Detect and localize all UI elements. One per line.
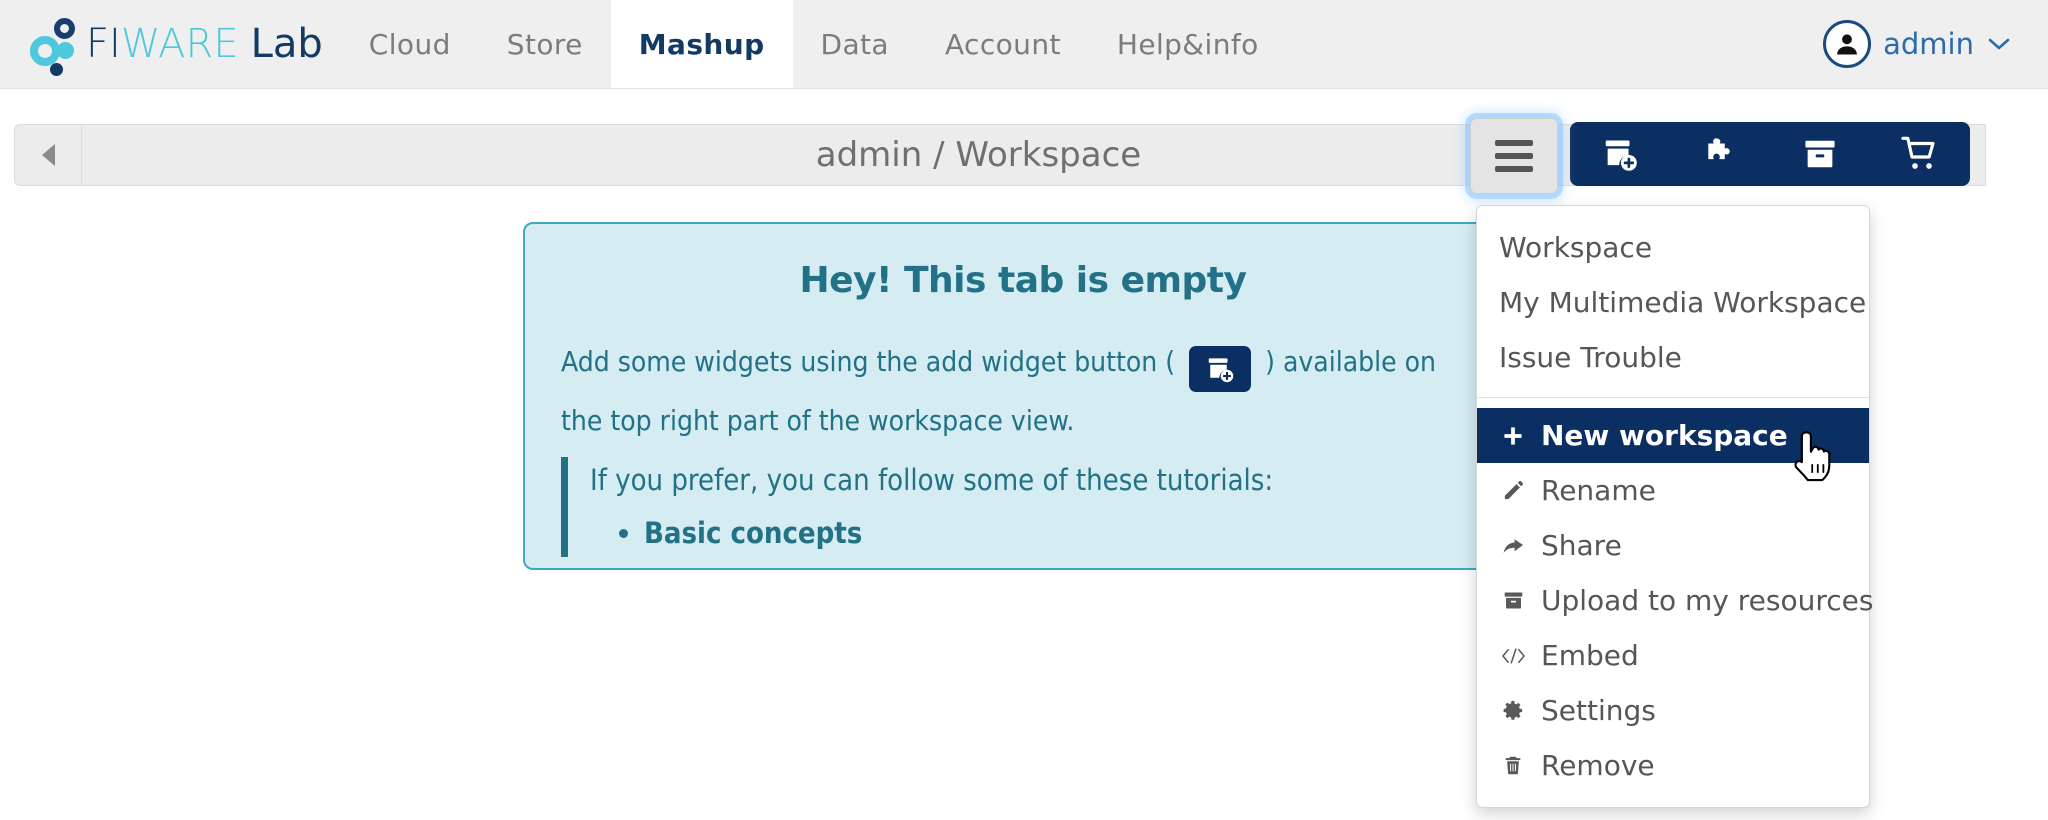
plus-icon — [1499, 424, 1527, 448]
main-navigation: Cloud Store Mashup Data Account Help&inf… — [341, 0, 1287, 88]
puzzle-piece-icon — [1708, 138, 1730, 160]
nav-tab-store[interactable]: Store — [479, 0, 611, 88]
nav-tab-mashup[interactable]: Mashup — [610, 0, 793, 88]
alert-tutorial-list: Basic concepts — [590, 509, 1485, 557]
workspace-menu-button[interactable] — [1470, 118, 1558, 194]
nav-tab-account[interactable]: Account — [917, 0, 1089, 88]
brand-wordmark: FI WARE Lab — [86, 21, 323, 67]
wiring-button[interactable] — [1685, 126, 1755, 182]
menu-item-remove[interactable]: Remove — [1477, 738, 1869, 793]
menu-item-label: Rename — [1541, 474, 1656, 507]
menu-item-label: New workspace — [1541, 419, 1788, 452]
alert-body-line2: the top right part of the workspace view… — [561, 404, 1075, 437]
workspace-dropdown-menu: Workspace My Multimedia Workspace Issue … — [1476, 205, 1873, 808]
menu-item-settings[interactable]: Settings — [1477, 683, 1869, 738]
menu-divider — [1477, 397, 1869, 398]
marketplace-button[interactable] — [1885, 126, 1955, 182]
menu-item-new-workspace[interactable]: New workspace — [1477, 408, 1869, 463]
nav-tab-helpinfo[interactable]: Help&info — [1089, 0, 1287, 88]
workspace-back-button[interactable] — [14, 124, 82, 186]
alert-title: Hey! This tab is empty — [799, 260, 1247, 301]
back-arrow-icon — [41, 144, 55, 166]
trash-icon — [1499, 754, 1527, 777]
shopping-cart-icon — [1901, 136, 1935, 169]
brand-logo[interactable]: FI WARE Lab — [0, 0, 341, 88]
empty-tab-alert: Hey! This tab is empty Add some widgets … — [523, 222, 1523, 570]
menu-item-share[interactable]: Share — [1477, 518, 1869, 573]
menu-item-label: Issue Trouble — [1499, 341, 1682, 374]
top-header-bar: FI WARE Lab Cloud Store Mashup Data Acco… — [0, 0, 2048, 89]
alert-tutorials-block: If you prefer, you can follow some of th… — [561, 457, 1485, 557]
menu-item-embed[interactable]: Embed — [1477, 628, 1869, 683]
menu-item-rename[interactable]: Rename — [1477, 463, 1869, 518]
share-arrow-icon — [1499, 534, 1527, 558]
brand-text-ware: WARE — [120, 21, 239, 67]
menu-item-workspace[interactable]: Workspace — [1477, 220, 1869, 275]
add-widget-icon — [1605, 140, 1637, 171]
user-menu-label: admin — [1883, 27, 1974, 61]
alert-body-before: Add some widgets using the add widget bu… — [561, 345, 1176, 378]
workspace-action-buttons — [1570, 122, 1970, 186]
menu-item-label: Remove — [1541, 749, 1655, 782]
pencil-icon — [1499, 479, 1527, 502]
alert-body-after: ) available on — [1265, 345, 1437, 378]
archive-box-icon — [1499, 589, 1527, 612]
header-spacer — [1287, 0, 1823, 88]
hamburger-menu-icon-bar3 — [1495, 166, 1533, 172]
menu-item-label: Embed — [1541, 639, 1639, 672]
hamburger-menu-icon — [1495, 140, 1533, 146]
alert-tutorials-intro: If you prefer, you can follow some of th… — [590, 463, 1274, 497]
nav-tab-cloud[interactable]: Cloud — [341, 0, 479, 88]
menu-item-label: Upload to my resources — [1541, 584, 1874, 617]
hamburger-menu-icon-bar2 — [1495, 153, 1533, 159]
add-widget-button[interactable] — [1585, 126, 1655, 182]
archive-box-icon — [1805, 140, 1835, 168]
tutorial-link-basic-concepts[interactable]: Basic concepts — [644, 516, 862, 550]
code-brackets-icon — [1499, 646, 1527, 666]
my-resources-button[interactable] — [1785, 126, 1855, 182]
menu-item-issue-trouble[interactable]: Issue Trouble — [1477, 330, 1869, 385]
alert-body-line1: Add some widgets using the add widget bu… — [561, 335, 1485, 392]
menu-item-label: My Multimedia Workspace — [1499, 286, 1867, 319]
chevron-down-icon — [1986, 32, 2012, 58]
brand-text-fi: FI — [86, 21, 121, 67]
menu-item-label: Workspace — [1499, 231, 1653, 264]
add-widget-icon — [1208, 358, 1234, 383]
inline-add-widget-button[interactable] — [1189, 346, 1252, 392]
list-item[interactable]: Basic concepts — [644, 509, 1485, 557]
nav-tab-data[interactable]: Data — [793, 0, 917, 88]
breadcrumb: admin / Workspace — [815, 135, 1142, 175]
user-avatar-icon — [1823, 20, 1872, 68]
menu-item-label: Settings — [1541, 694, 1656, 727]
menu-item-upload-to-my-resources[interactable]: Upload to my resources — [1477, 573, 1873, 628]
user-menu[interactable]: admin — [1823, 0, 2048, 88]
menu-item-label: Share — [1541, 529, 1622, 562]
fiware-logo-icon — [30, 16, 76, 76]
menu-item-my-multimedia-workspace[interactable]: My Multimedia Workspace — [1477, 275, 1869, 330]
brand-text-lab: Lab — [250, 21, 323, 67]
gear-icon — [1499, 699, 1527, 722]
